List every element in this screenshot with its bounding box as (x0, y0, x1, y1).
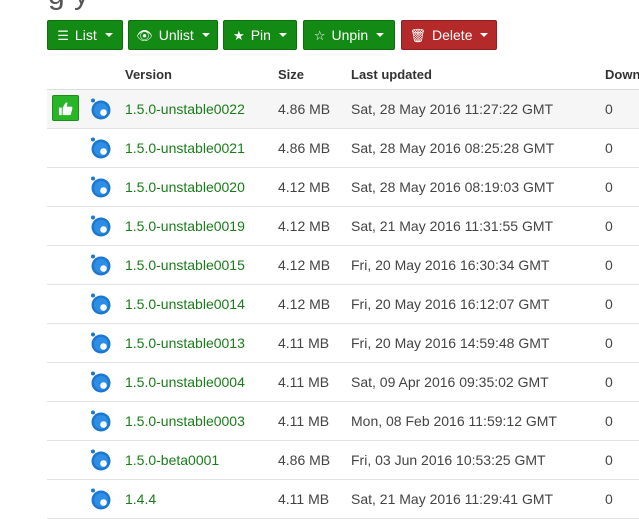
table-row: 1.5.0-unstable0022 4.86 MB Sat, 28 May 201… (47, 90, 639, 129)
size-value: 4.12 MB (278, 257, 331, 273)
table-row: 1.5.0-unstable0013 4.11 MB Fri, 20 May 201… (47, 324, 639, 363)
package-icon (89, 214, 113, 238)
package-icon (89, 97, 113, 121)
table-row: 1.5.0-unstable0015 4.12 MB Fri, 20 May 201… (47, 246, 639, 285)
last-updated-value: Fri, 20 May 2016 16:30:34 GMT (351, 257, 550, 273)
table-row: 1.5.0-unstable0021 4.86 MB Sat, 28 May 201… (47, 129, 639, 168)
last-updated-value: Sat, 28 May 2016 11:27:22 GMT (351, 101, 554, 117)
trash-icon: 🗑 (409, 27, 427, 43)
package-icon (89, 409, 113, 433)
column-header-downloads[interactable]: Down (605, 67, 639, 82)
downloads-value: 0 (605, 257, 613, 273)
table-row: 1.5.0-unstable0014 4.12 MB Fri, 20 May 201… (47, 285, 639, 324)
version-link[interactable]: 1.5.0-unstable0021 (125, 140, 245, 156)
version-link[interactable]: 1.5.0-unstable0013 (125, 335, 245, 351)
size-value: 4.12 MB (278, 179, 331, 195)
size-value: 4.11 MB (278, 491, 330, 507)
unlist-button-label: Unlist (158, 27, 194, 43)
chevron-down-icon (104, 33, 113, 37)
page-title: g y (48, 0, 90, 12)
package-icon (89, 331, 113, 355)
package-icon (89, 448, 113, 472)
package-icon (89, 175, 113, 199)
unlist-button[interactable]: 👁 Unlist (128, 20, 218, 50)
package-icon (89, 136, 113, 160)
delete-button-label: Delete (432, 27, 473, 43)
version-link[interactable]: 1.5.0-unstable0022 (125, 101, 245, 117)
star-icon: ★ (233, 27, 245, 43)
package-icon (89, 370, 113, 394)
version-link[interactable]: 1.5.0-unstable0019 (125, 218, 245, 234)
last-updated-value: Mon, 08 Feb 2016 11:59:12 GMT (351, 413, 557, 429)
column-header-version[interactable]: Version (125, 67, 172, 82)
size-value: 4.86 MB (278, 140, 331, 156)
table-row: 1.5.0-unstable0003 4.11 MB Mon, 08 Feb 201… (47, 402, 639, 441)
size-value: 4.11 MB (278, 374, 330, 390)
eye-slash-icon: 👁 (136, 27, 153, 43)
thumbs-up-icon (52, 95, 79, 121)
table-row: 1.5.0-unstable0020 4.12 MB Sat, 28 May 201… (47, 168, 639, 207)
size-value: 4.12 MB (278, 218, 331, 234)
version-link[interactable]: 1.5.0-unstable0014 (125, 296, 245, 312)
version-link[interactable]: 1.5.0-unstable0003 (125, 413, 245, 429)
chevron-down-icon (376, 33, 385, 37)
downloads-value: 0 (605, 296, 613, 312)
list-button[interactable]: ☰ List (47, 20, 123, 50)
downloads-value: 0 (605, 413, 613, 429)
last-updated-value: Sat, 09 Apr 2016 09:35:02 GMT (351, 374, 549, 390)
size-value: 4.86 MB (278, 101, 331, 117)
downloads-value: 0 (605, 374, 613, 390)
pin-button[interactable]: ★ Pin (223, 20, 297, 50)
size-value: 4.12 MB (278, 296, 331, 312)
downloads-value: 0 (605, 452, 613, 468)
table-row: 1.5.0-unstable0019 4.12 MB Sat, 21 May 201… (47, 207, 639, 246)
version-link[interactable]: 1.5.0-unstable0015 (125, 257, 245, 273)
chevron-down-icon (480, 33, 489, 37)
last-updated-value: Sat, 21 May 2016 11:29:41 GMT (351, 491, 554, 507)
table-row: 1.4.4 4.11 MB Sat, 21 May 2016 11:29:41 GM… (47, 480, 639, 519)
list-icon: ☰ (57, 27, 69, 43)
size-value: 4.11 MB (278, 413, 330, 429)
package-icon (89, 487, 113, 511)
chevron-down-icon (278, 33, 287, 37)
downloads-value: 0 (605, 491, 613, 507)
downloads-value: 0 (605, 218, 613, 234)
last-updated-value: Fri, 03 Jun 2016 10:53:25 GMT (351, 452, 546, 468)
delete-button[interactable]: 🗑 Delete (401, 20, 497, 50)
column-header-size[interactable]: Size (278, 67, 304, 82)
package-icon (89, 292, 113, 316)
version-link[interactable]: 1.4.4 (125, 491, 156, 507)
pin-button-label: Pin (250, 27, 271, 43)
version-link[interactable]: 1.5.0-unstable0020 (125, 179, 245, 195)
downloads-value: 0 (605, 101, 613, 117)
package-icon (89, 253, 113, 277)
star-outline-icon: ☆ (313, 27, 326, 43)
downloads-value: 0 (605, 140, 613, 156)
size-value: 4.86 MB (278, 452, 331, 468)
unpin-button-label: Unpin (331, 27, 369, 43)
last-updated-value: Fri, 20 May 2016 14:59:48 GMT (351, 335, 550, 351)
table-row: 1.5.0-unstable0004 4.11 MB Sat, 09 Apr 201… (47, 363, 639, 402)
version-link[interactable]: 1.5.0-unstable0004 (125, 374, 245, 390)
size-value: 4.11 MB (278, 335, 330, 351)
last-updated-value: Sat, 21 May 2016 11:31:55 GMT (351, 218, 554, 234)
table-header: Version Size Last updated Down (47, 60, 639, 91)
last-updated-value: Fri, 20 May 2016 16:12:07 GMT (351, 296, 550, 312)
chevron-down-icon (201, 33, 210, 37)
unpin-button[interactable]: ☆ Unpin (303, 20, 395, 50)
column-header-last-updated[interactable]: Last updated (351, 67, 432, 82)
version-link[interactable]: 1.5.0-beta0001 (125, 452, 219, 468)
downloads-value: 0 (605, 335, 613, 351)
downloads-value: 0 (605, 179, 613, 195)
table-row: 1.5.0-beta0001 4.86 MB Fri, 03 Jun 2016 10… (47, 441, 639, 480)
last-updated-value: Sat, 28 May 2016 08:19:03 GMT (351, 179, 555, 195)
last-updated-value: Sat, 28 May 2016 08:25:28 GMT (351, 140, 555, 156)
list-button-label: List (74, 27, 97, 43)
